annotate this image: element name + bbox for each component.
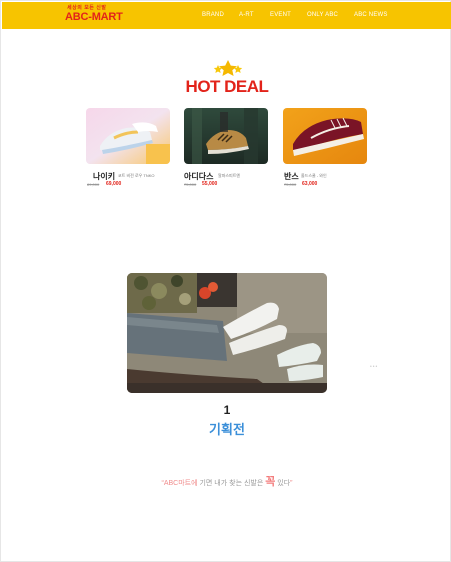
product-description: 알파스피트엔 [218, 173, 241, 178]
feature-label[interactable]: 기획전 [197, 419, 257, 438]
slogan-end: 있다 [275, 480, 291, 487]
product-original-price: 89,000 [87, 182, 100, 187]
page: 세상의 모든 신발 ABC-MART BRAND A-RT EVENT ONLY… [0, 0, 451, 562]
slogan-close-quote: ” [290, 480, 293, 487]
product-card-nike[interactable] [86, 108, 170, 164]
nav-only-abc-link[interactable]: ONLY ABC [307, 12, 338, 18]
vans-shoe-image [283, 108, 367, 164]
slogan-emphasis: 꼭 [265, 476, 276, 488]
product-card-adidas[interactable] [184, 108, 268, 164]
product-sale-price: 63,000 [302, 181, 318, 187]
top-navigation-bar: 세상의 모든 신발 ABC-MART BRAND A-RT EVENT ONLY… [2, 2, 451, 29]
abc-mart-logo[interactable]: 세상의 모든 신발 ABC-MART [65, 4, 123, 26]
nav-art-link[interactable]: A-RT [239, 12, 254, 18]
feature-photo[interactable] [127, 273, 327, 393]
nav-event-link[interactable]: EVENT [270, 12, 291, 18]
slogan-middle: 기면 내가 찾는 신발은 [197, 480, 266, 487]
logo-text: ABC-MART [65, 11, 123, 23]
carousel-indicator[interactable]: ••• [370, 364, 378, 370]
product-card-vans[interactable] [283, 108, 367, 164]
nav-brand-link[interactable]: BRAND [202, 12, 224, 18]
product-original-price: 75,000 [184, 182, 197, 187]
nav-abc-news-link[interactable]: ABC NEWS [354, 12, 388, 18]
product-sale-price: 69,000 [106, 181, 122, 187]
product-name[interactable]: 반스 [284, 171, 299, 182]
slogan-brand: ABC마트에 [163, 480, 198, 487]
logo-tagline: 세상의 모든 신발 [67, 5, 107, 11]
adidas-shoe-image [184, 108, 268, 164]
product-original-price: 75,000 [284, 182, 297, 187]
product-sale-price: 55,000 [202, 181, 218, 187]
feature-number: 1 [223, 403, 231, 417]
hot-deal-title: HOT DEAL [185, 77, 269, 96]
brand-slogan: “ABC마트에 기면 내가 찾는 신발은 꼭 있다” [111, 473, 343, 489]
sneakers-lifestyle-image [127, 273, 327, 393]
product-description: 코트 비전 로우 TNKO [118, 173, 155, 178]
product-description: 올드스쿨 - 와인 [301, 173, 327, 178]
stars-icon [213, 60, 243, 76]
nike-shoe-image [86, 108, 170, 164]
